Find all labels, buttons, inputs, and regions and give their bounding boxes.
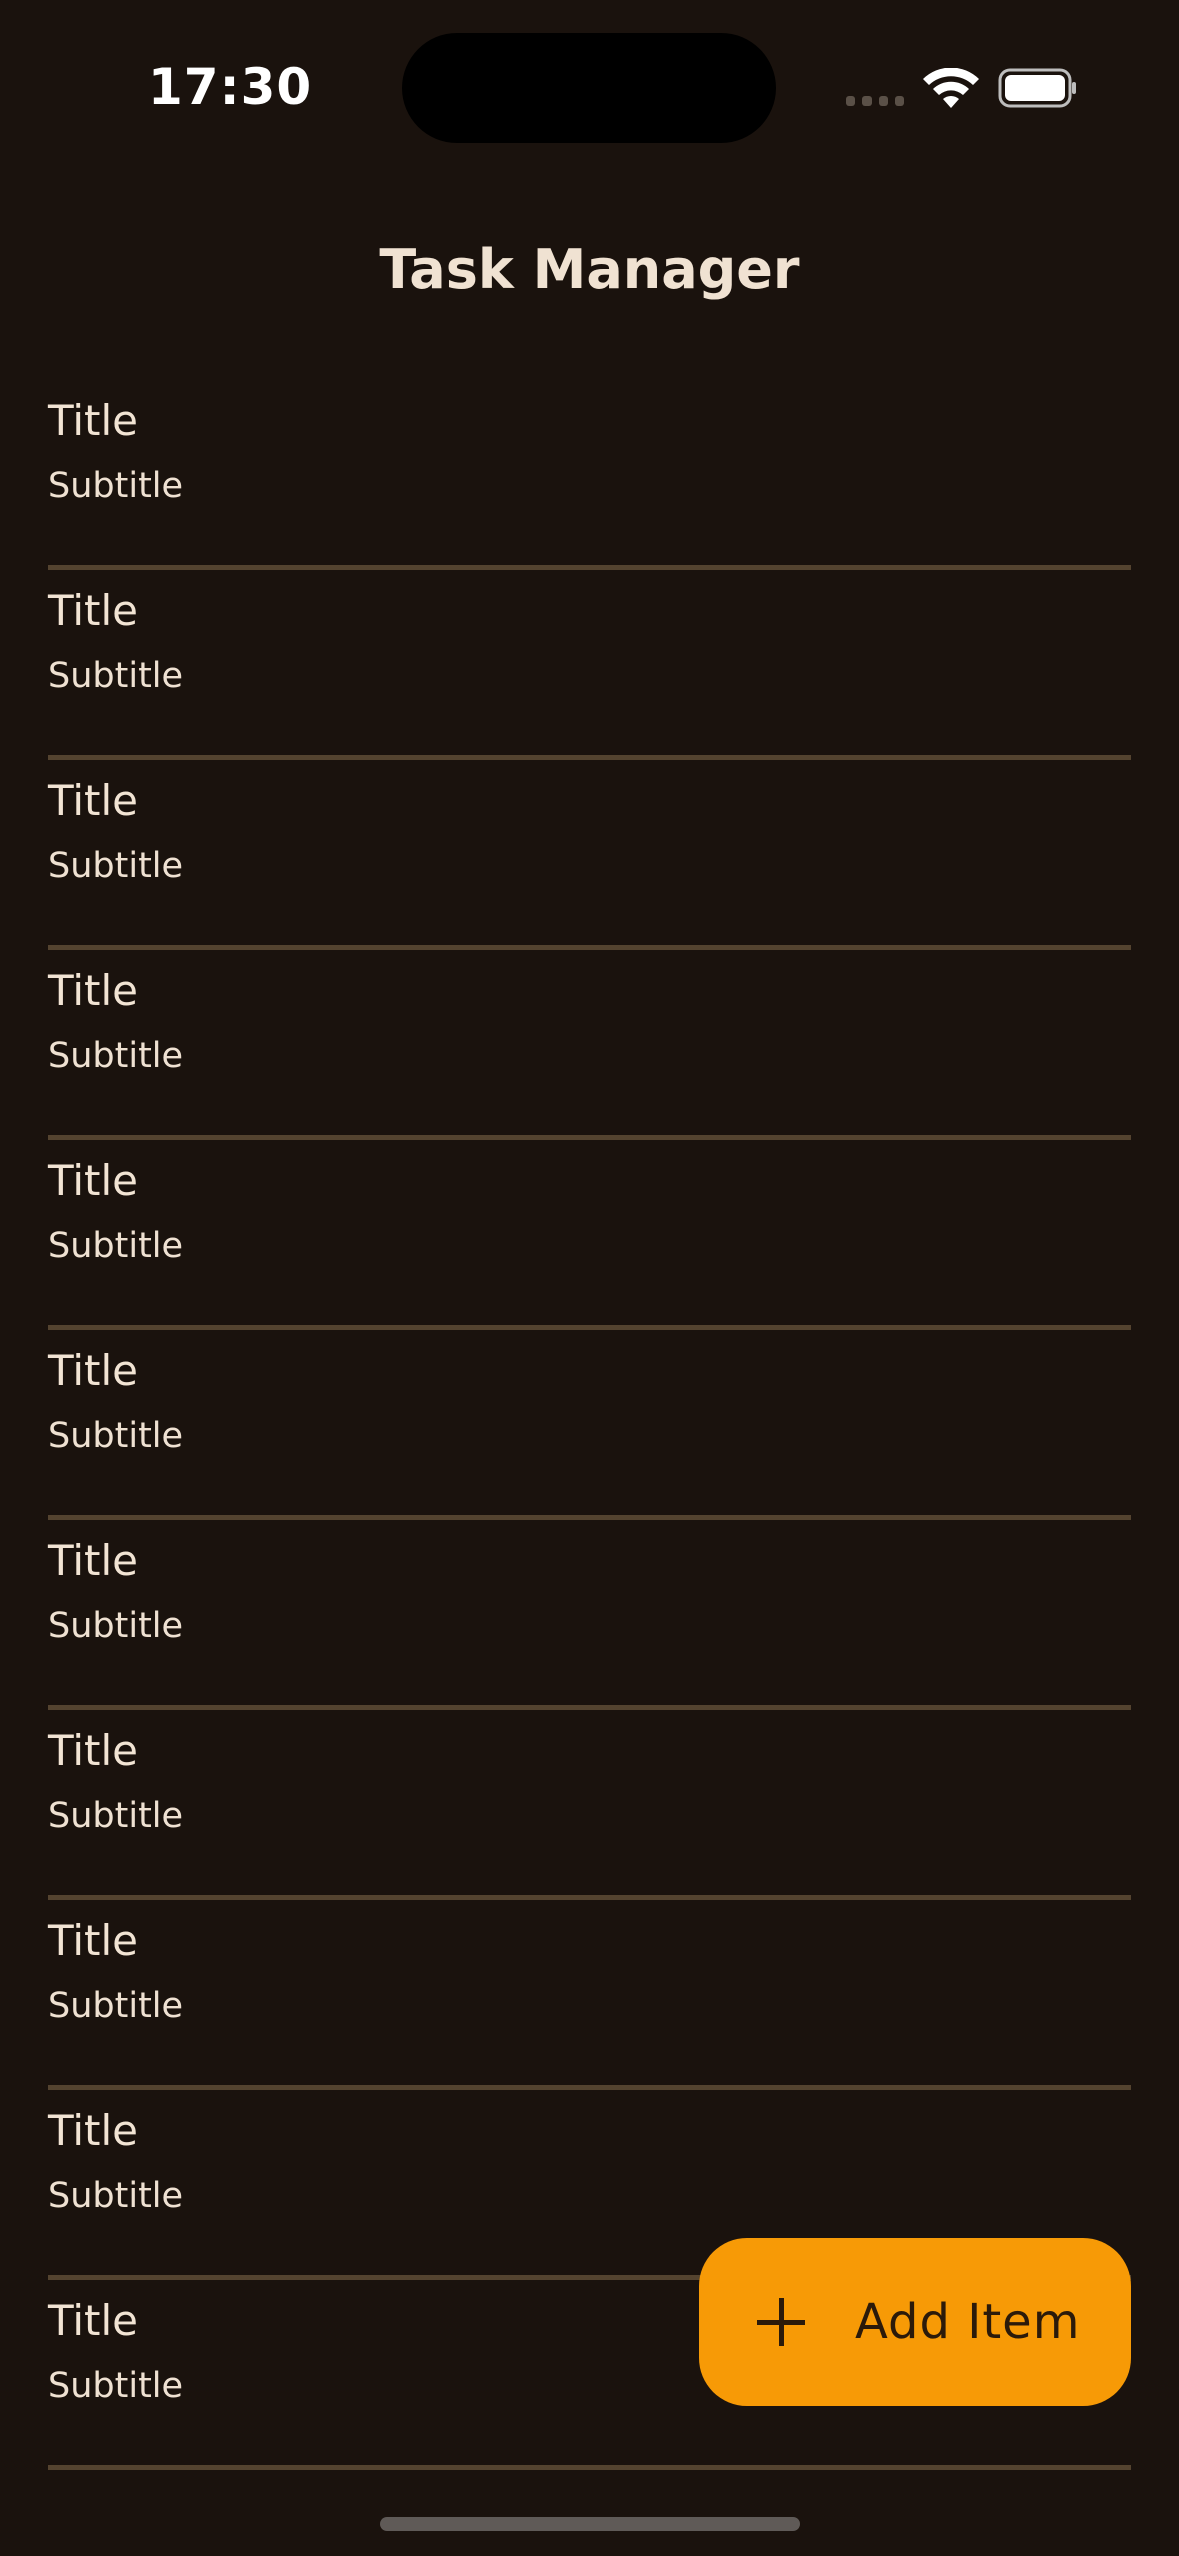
item-subtitle: Subtitle xyxy=(48,656,184,696)
list-item[interactable]: Title Subtitle xyxy=(48,760,1131,950)
list-item[interactable]: Title Subtitle xyxy=(48,1520,1131,1710)
list-item[interactable]: Title Subtitle xyxy=(48,1710,1131,1900)
page-title: Task Manager xyxy=(379,238,800,301)
item-subtitle: Subtitle xyxy=(48,1986,184,2026)
item-subtitle: Subtitle xyxy=(48,1416,184,1456)
item-title: Title xyxy=(48,2106,139,2155)
item-subtitle: Subtitle xyxy=(48,1036,184,1076)
item-subtitle: Subtitle xyxy=(48,846,184,886)
item-title: Title xyxy=(48,1916,139,1965)
item-subtitle: Subtitle xyxy=(48,1606,184,1646)
list-item[interactable]: Title Subtitle xyxy=(48,1140,1131,1330)
list-item[interactable]: Title Subtitle xyxy=(48,950,1131,1140)
task-list: Title Subtitle Title Subtitle Title Subt… xyxy=(48,380,1131,2470)
item-title: Title xyxy=(48,1536,139,1585)
add-item-button[interactable]: Add Item xyxy=(699,2238,1131,2406)
list-item[interactable]: Title Subtitle xyxy=(48,1330,1131,1520)
plus-icon xyxy=(757,2298,805,2346)
battery-icon xyxy=(998,68,1076,108)
item-title: Title xyxy=(48,1156,139,1205)
item-title: Title xyxy=(48,2296,139,2345)
item-subtitle: Subtitle xyxy=(48,2176,184,2216)
item-subtitle: Subtitle xyxy=(48,1796,184,1836)
wifi-icon xyxy=(923,68,979,108)
item-title: Title xyxy=(48,1346,139,1395)
item-title: Title xyxy=(48,1726,139,1775)
item-title: Title xyxy=(48,966,139,1015)
status-time: 17:30 xyxy=(148,58,313,116)
list-item[interactable]: Title Subtitle xyxy=(48,380,1131,570)
home-indicator[interactable] xyxy=(380,2517,800,2531)
app-screen: 17:30 Task Manager Title Subtitle Title … xyxy=(0,0,1179,2556)
signal-icon xyxy=(846,96,904,108)
item-subtitle: Subtitle xyxy=(48,2366,184,2406)
item-subtitle: Subtitle xyxy=(48,466,184,506)
item-title: Title xyxy=(48,396,139,445)
item-title: Title xyxy=(48,586,139,635)
list-item[interactable]: Title Subtitle xyxy=(48,1900,1131,2090)
dynamic-island xyxy=(402,33,776,143)
list-item[interactable]: Title Subtitle xyxy=(48,570,1131,760)
add-item-label: Add Item xyxy=(855,2294,1081,2350)
item-subtitle: Subtitle xyxy=(48,1226,184,1266)
item-title: Title xyxy=(48,776,139,825)
